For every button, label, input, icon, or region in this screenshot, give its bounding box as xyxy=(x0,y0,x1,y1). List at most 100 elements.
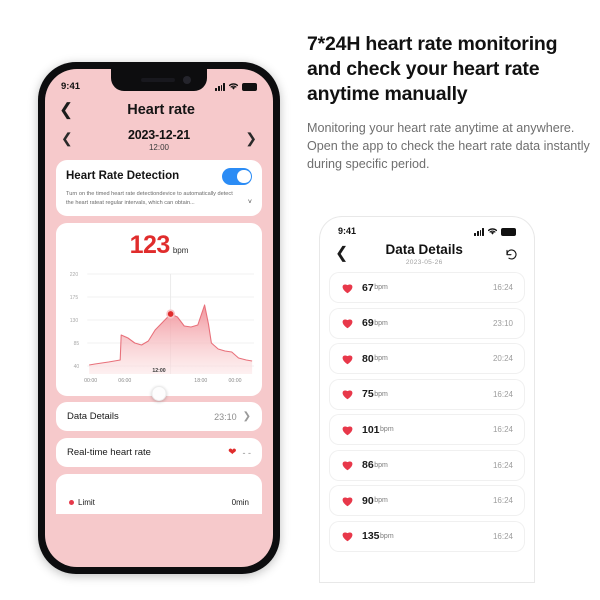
heart-icon xyxy=(341,282,354,294)
limit-legend: Limit xyxy=(69,498,95,507)
detection-description: Turn on the timed heart rate detectionde… xyxy=(66,190,252,210)
heart-icon xyxy=(341,388,354,400)
chart-svg: 220 175 130 85 40 xyxy=(70,272,255,375)
list-item-value: 86 xyxy=(362,459,374,471)
svg-text:130: 130 xyxy=(70,318,79,324)
date-navigator: ❮ 2023-12-21 12:00 ❯ xyxy=(45,124,273,160)
list-item[interactable]: 86 bpm 16:24 xyxy=(330,450,524,480)
list-item[interactable]: 69 bpm 23:10 xyxy=(330,308,524,338)
list-item[interactable]: 80 bpm 20:24 xyxy=(330,344,524,373)
phone-left-device: 9:41 ❮ Heart rate ❮ 2023-12-21 12:00 ❯ H… xyxy=(38,62,280,574)
list-item-unit: bpm xyxy=(380,532,394,540)
list-item[interactable]: 101 bpm 16:24 xyxy=(330,415,524,444)
list-item-time: 16:24 xyxy=(492,425,513,434)
selected-time: 12:00 xyxy=(148,143,170,152)
phone-right-device: 9:41 ❮ Data Details 2023-05-26 67 bpm 16… xyxy=(320,217,534,582)
limit-dot-icon xyxy=(69,500,74,506)
data-details-time: 23:10 xyxy=(214,411,237,422)
bpm-unit: bpm xyxy=(172,246,189,256)
list-item-unit: bpm xyxy=(374,390,388,398)
x-tick-3: 18:00 xyxy=(194,378,208,385)
chevron-right-icon[interactable]: ❯ xyxy=(243,411,251,422)
list-item-unit: bpm xyxy=(374,461,388,469)
heart-icon xyxy=(341,424,354,436)
list-item-value: 75 xyxy=(362,388,374,400)
list-item-unit: bpm xyxy=(374,497,388,504)
chevron-down-icon[interactable]: ˅ xyxy=(248,197,252,209)
x-tick-4: 00:00 xyxy=(228,378,242,385)
detection-header: Heart Rate Detection xyxy=(66,168,252,185)
phone-notch xyxy=(111,69,207,91)
realtime-label: Real-time heart rate xyxy=(67,447,151,459)
heart-icon: ❤ xyxy=(228,447,237,459)
promo-text-block: 7*24H heart rate monitoring and check yo… xyxy=(307,32,593,173)
list-item-value: 80 xyxy=(362,352,374,365)
status-bar-right: 9:41 xyxy=(320,217,534,238)
limit-label: Limit xyxy=(78,498,95,508)
svg-text:85: 85 xyxy=(74,341,80,347)
heart-rate-chart-card: 123 bpm 220 175 130 85 40 00:00 06:00 12… xyxy=(56,223,262,402)
realtime-heart-rate-row[interactable]: Real-time heart rate ❤ - - xyxy=(56,438,262,468)
heart-icon xyxy=(341,459,354,471)
page-title-right: Data Details xyxy=(385,242,463,257)
list-item[interactable]: 135 bpm 16:24 xyxy=(330,521,524,551)
realtime-right: ❤ - - xyxy=(228,447,251,458)
heart-icon xyxy=(341,530,354,542)
detection-toggle[interactable] xyxy=(222,168,252,185)
current-reading: 123 bpm xyxy=(56,233,262,258)
battery-icon xyxy=(242,83,257,91)
svg-text:220: 220 xyxy=(70,272,79,278)
limit-duration: 0min xyxy=(231,498,249,508)
heart-rate-detection-card: Heart Rate Detection Turn on the timed h… xyxy=(56,160,262,217)
prev-day-button[interactable]: ❮ xyxy=(61,128,73,148)
bpm-value: 123 xyxy=(129,231,171,260)
list-item-value: 67 xyxy=(362,281,374,294)
list-item-time: 16:24 xyxy=(492,283,513,292)
data-details-row-inner: Data Details 23:10 ❯ xyxy=(56,402,262,431)
heart-rate-list: 67 bpm 16:24 69 bpm 23:10 80 bpm 20:24 7… xyxy=(320,266,534,551)
list-item-unit: bpm xyxy=(374,284,388,291)
list-item-time: 16:24 xyxy=(492,389,513,399)
realtime-row-inner: Real-time heart rate ❤ - - xyxy=(56,438,262,467)
chart-marker-point xyxy=(167,311,174,317)
date-display: 2023-12-21 12:00 xyxy=(73,128,246,152)
x-tick-2: 12:00 xyxy=(152,368,166,375)
wifi-icon xyxy=(228,82,239,90)
list-item[interactable]: 67 bpm 16:24 xyxy=(330,273,524,302)
battery-icon xyxy=(501,228,516,236)
data-details-label: Data Details xyxy=(67,411,119,423)
data-details-row[interactable]: Data Details 23:10 ❯ xyxy=(56,402,262,432)
list-item-value: 69 xyxy=(362,317,374,329)
list-item-time: 16:24 xyxy=(492,531,513,541)
status-icons xyxy=(215,82,257,91)
chart-time-slider-handle[interactable] xyxy=(151,386,167,402)
nav-bar-left: ❮ Heart rate xyxy=(45,99,273,124)
history-refresh-icon[interactable] xyxy=(504,247,519,262)
front-camera-icon xyxy=(183,76,191,84)
status-time-right: 9:41 xyxy=(338,226,357,236)
limit-summary-card: Limit 0min xyxy=(56,474,262,515)
heart-rate-chart[interactable]: 220 175 130 85 40 00:00 06:00 12:00 18:0… xyxy=(62,264,256,402)
heart-icon xyxy=(341,353,354,365)
list-item-value: 135 xyxy=(362,530,380,542)
list-item[interactable]: 90 bpm 16:24 xyxy=(330,486,524,515)
list-item-time: 16:24 xyxy=(492,496,513,505)
toggle-knob xyxy=(237,169,251,183)
next-day-button[interactable]: ❯ xyxy=(245,128,257,148)
list-item-time: 23:10 xyxy=(492,318,513,328)
chart-y-tick-labels: 220 175 130 85 40 xyxy=(70,272,80,370)
list-item-unit: bpm xyxy=(374,355,388,362)
x-tick-1: 06:00 xyxy=(118,378,132,385)
promo-body: Monitoring your heart rate anytime at an… xyxy=(307,120,590,171)
signal-bars-icon xyxy=(474,228,484,236)
realtime-value: - - xyxy=(242,447,252,458)
detection-title: Heart Rate Detection xyxy=(66,170,180,183)
status-icons-right xyxy=(474,227,516,236)
promo-headline: 7*24H heart rate monitoring and check yo… xyxy=(307,33,558,105)
nav-right-center: Data Details 2023-05-26 xyxy=(344,242,504,266)
page-date-right: 2023-05-26 xyxy=(405,259,443,266)
list-item[interactable]: 75 bpm 16:24 xyxy=(330,379,524,409)
wifi-icon xyxy=(487,227,498,235)
status-time: 9:41 xyxy=(61,80,81,92)
page-title: Heart rate xyxy=(127,101,195,118)
